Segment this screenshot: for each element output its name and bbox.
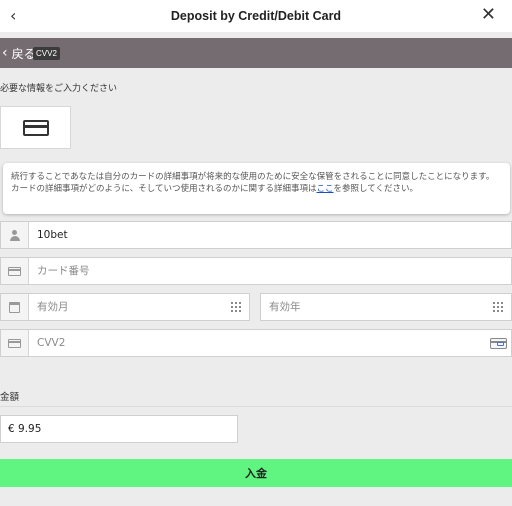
deposit-button[interactable]: 入金 bbox=[0, 459, 512, 487]
cardholder-field bbox=[0, 221, 512, 249]
expiry-month-field bbox=[0, 293, 250, 321]
modal-title: Deposit by Credit/Debit Card bbox=[170, 9, 342, 23]
card-number-field bbox=[0, 257, 512, 285]
credit-card-icon bbox=[22, 119, 49, 136]
close-icon[interactable]: ✕ bbox=[481, 4, 496, 25]
cvv-help-icon[interactable] bbox=[485, 337, 511, 349]
storage-notice: 続行することであなたは自分のカードの詳細事項が将来的な使用のために安全な保管をさ… bbox=[3, 163, 510, 214]
back-button[interactable]: ‹ 戻る bbox=[0, 45, 36, 62]
expiry-year-field bbox=[260, 293, 512, 321]
amount-field[interactable]: € 9.95 bbox=[0, 415, 238, 443]
amount-value: € 9.95 bbox=[8, 423, 42, 435]
grid-picker-icon[interactable] bbox=[223, 301, 249, 313]
divider bbox=[0, 406, 512, 407]
user-icon bbox=[1, 222, 29, 248]
cvv-tooltip: CVV2 bbox=[33, 47, 60, 60]
card-icon bbox=[1, 330, 29, 356]
cardholder-input[interactable] bbox=[29, 222, 511, 248]
cvv-input[interactable] bbox=[29, 330, 485, 356]
calendar-icon bbox=[1, 294, 29, 320]
notice-text-end: を参照してください。 bbox=[333, 184, 419, 194]
chevron-left-icon: ‹ bbox=[2, 45, 8, 61]
expiry-month-input[interactable] bbox=[29, 294, 223, 320]
amount-label: 金額 bbox=[0, 392, 20, 403]
modal-header: ‹ Deposit by Credit/Debit Card ✕ bbox=[0, 0, 512, 32]
chevron-left-icon[interactable]: ‹ bbox=[10, 6, 16, 25]
required-info-label: 必要な情報をご入力ください bbox=[0, 84, 118, 94]
card-icon bbox=[1, 258, 29, 284]
expiry-year-input[interactable] bbox=[261, 294, 485, 320]
card-number-input[interactable] bbox=[29, 258, 511, 284]
sub-header-bar: ‹ 戻る CVV2 bbox=[0, 38, 512, 68]
notice-text: 続行することであなたは自分のカードの詳細事項が将来的な使用のために安全な保管をさ… bbox=[11, 172, 495, 194]
notice-link[interactable]: ここ bbox=[317, 184, 334, 194]
grid-picker-icon[interactable] bbox=[485, 301, 511, 313]
cvv-field bbox=[0, 329, 512, 357]
card-type-option[interactable] bbox=[0, 106, 71, 149]
